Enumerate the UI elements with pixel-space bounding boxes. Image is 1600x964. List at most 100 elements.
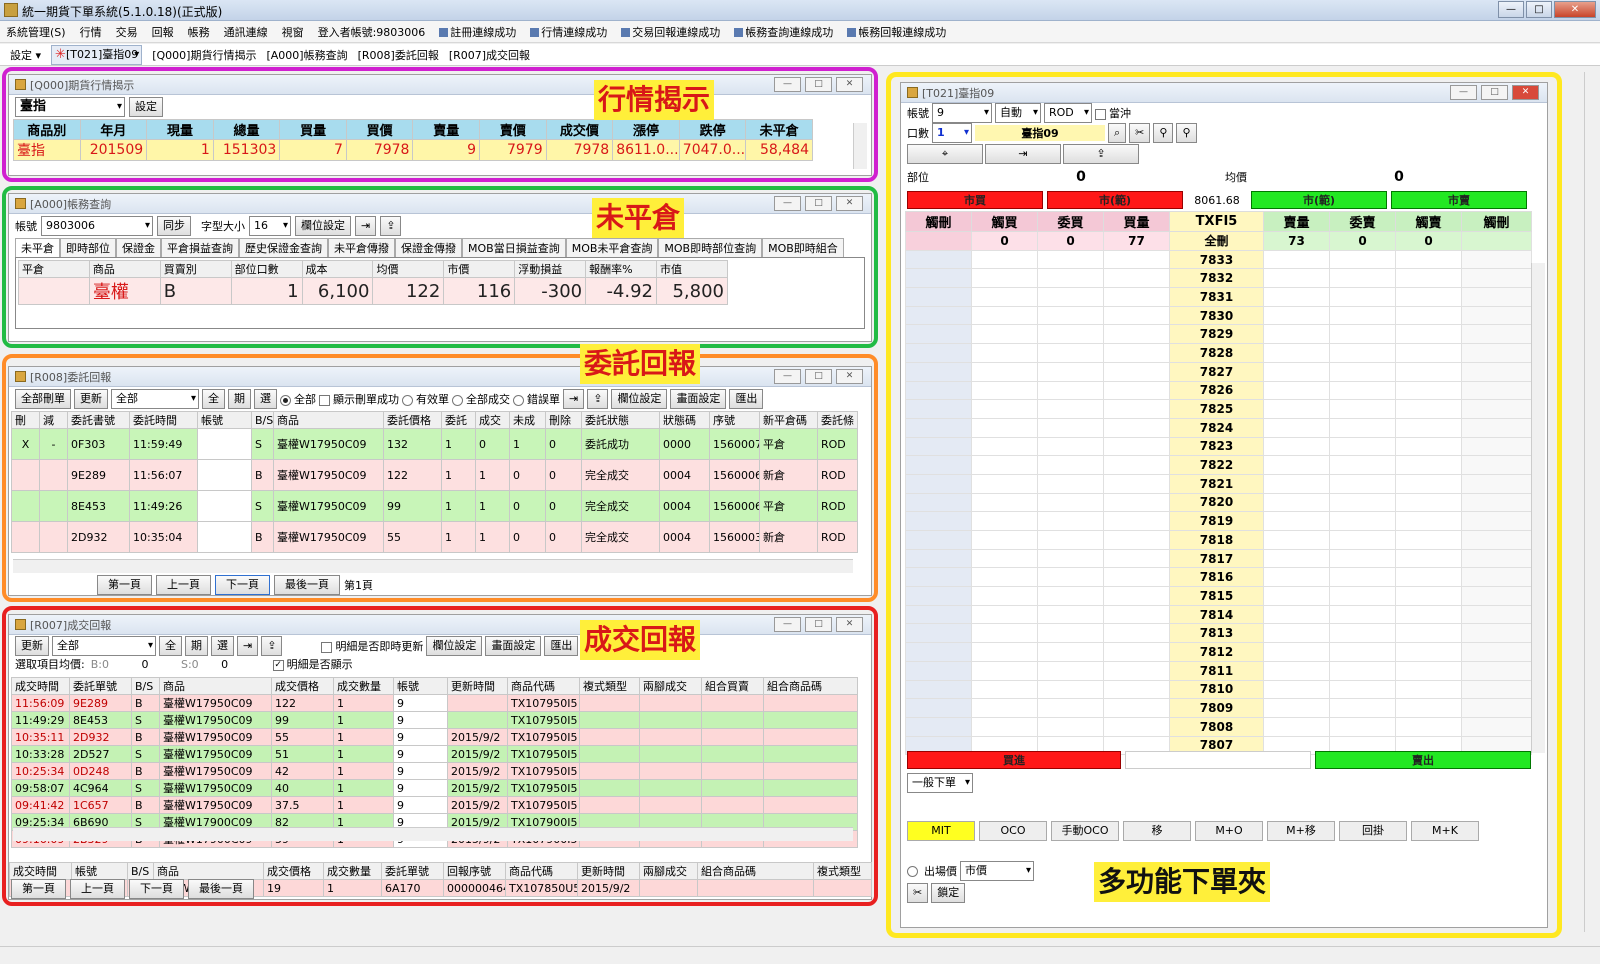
- order-account-select[interactable]: 9: [932, 103, 992, 123]
- mode-button--[interactable]: 回掛: [1339, 821, 1407, 841]
- ladder-sum-cell[interactable]: [905, 231, 972, 251]
- ladder-cell[interactable]: [1395, 548, 1462, 569]
- ladder-cell[interactable]: [1263, 324, 1330, 345]
- menu-report[interactable]: 回報: [152, 24, 174, 40]
- ladder-cell[interactable]: [1103, 268, 1170, 289]
- ladder-cell[interactable]: [1461, 305, 1532, 326]
- show-detail-checkbox[interactable]: ✓ 明細是否顯示: [272, 656, 353, 672]
- ladder-cell[interactable]: [1263, 567, 1330, 588]
- ladder-cell[interactable]: [971, 436, 1038, 457]
- ladder-cell[interactable]: [905, 623, 972, 644]
- ladder-cell[interactable]: [1329, 287, 1396, 307]
- filter-period-button[interactable]: 期: [228, 389, 251, 409]
- ladder-cell[interactable]: [1395, 380, 1462, 401]
- link-icon[interactable]: ⚲: [1153, 123, 1174, 143]
- orders-hscrollbar[interactable]: [13, 559, 853, 573]
- ladder-cell[interactable]: [971, 324, 1038, 345]
- fill-filter-select[interactable]: 全部: [52, 636, 156, 656]
- ladder-cell[interactable]: [905, 492, 972, 513]
- ladder-cell[interactable]: [1263, 679, 1330, 700]
- reduce-order-button[interactable]: -: [39, 428, 68, 460]
- account-select[interactable]: 9803006: [41, 216, 153, 236]
- ladder-price[interactable]: 7817: [1169, 548, 1264, 569]
- ladder-cell[interactable]: [1329, 473, 1396, 494]
- ladder-cell[interactable]: [1103, 698, 1170, 718]
- ladder-cell[interactable]: [1395, 530, 1462, 550]
- ladder-cell[interactable]: [1395, 436, 1462, 457]
- tab-t021[interactable]: ✳[T021]臺指09: [51, 44, 143, 65]
- ladder-cell[interactable]: [1263, 380, 1330, 401]
- market-range-buy-button[interactable]: 市(範): [1047, 191, 1183, 209]
- ladder-cell[interactable]: [971, 511, 1038, 531]
- ladder-cell[interactable]: [1037, 436, 1104, 457]
- ladder-cell[interactable]: [971, 417, 1038, 438]
- radio-icon[interactable]: [907, 865, 918, 877]
- filter-period-button[interactable]: 期: [185, 636, 208, 656]
- ladder-cell[interactable]: [1263, 492, 1330, 513]
- ladder-cell[interactable]: [1263, 361, 1330, 382]
- ladder-cell[interactable]: [1263, 660, 1330, 681]
- ladder-cell[interactable]: [971, 361, 1038, 382]
- font-size-select[interactable]: 16: [249, 216, 291, 236]
- ladder-cell[interactable]: [905, 660, 972, 681]
- ladder-cell[interactable]: [905, 642, 972, 662]
- ladder-cell[interactable]: [905, 473, 972, 494]
- export-button[interactable]: 匯出: [544, 636, 579, 656]
- delete-order-button[interactable]: [11, 490, 40, 522]
- ladder-price[interactable]: 7827: [1169, 361, 1264, 382]
- ladder-cell[interactable]: [1263, 586, 1330, 606]
- ladder-cell[interactable]: [1461, 660, 1532, 681]
- account-tab[interactable]: 保證金傳撥: [395, 238, 462, 257]
- ladder-cell[interactable]: [905, 511, 972, 531]
- radio-error[interactable]: 錯誤單: [513, 391, 560, 407]
- ladder-cell[interactable]: [971, 716, 1038, 737]
- account-tab[interactable]: 即時部位: [60, 238, 116, 257]
- filter-select-button[interactable]: 選: [254, 389, 277, 409]
- ladder-cell[interactable]: [1461, 361, 1532, 382]
- ladder-cell[interactable]: [905, 249, 972, 270]
- ladder-cell[interactable]: [1037, 530, 1104, 550]
- ladder-cell[interactable]: [1329, 679, 1396, 700]
- radio-all[interactable]: 全部: [280, 391, 316, 407]
- ladder-cell[interactable]: [1329, 548, 1396, 569]
- filter-select-button[interactable]: 選: [211, 636, 234, 656]
- ladder-cell[interactable]: [1461, 586, 1532, 606]
- search-icon[interactable]: ⌕: [1108, 123, 1127, 143]
- screen-settings-button[interactable]: 畫面設定: [670, 389, 727, 409]
- ladder-cell[interactable]: [1329, 305, 1396, 326]
- ladder-cell[interactable]: [1103, 361, 1170, 382]
- delete-all-button[interactable]: 全部刪單: [15, 389, 71, 409]
- ladder-cell[interactable]: [1395, 473, 1462, 494]
- ladder-cell[interactable]: [971, 399, 1038, 419]
- ladder-cell[interactable]: [1037, 492, 1104, 513]
- ladder-cell[interactable]: [1329, 455, 1396, 475]
- reduce-order-button[interactable]: [39, 490, 68, 522]
- ladder-cell[interactable]: [905, 716, 972, 737]
- ladder-cell[interactable]: [1329, 567, 1396, 588]
- ladder-price[interactable]: 7829: [1169, 324, 1264, 345]
- ladder-cell[interactable]: [1103, 586, 1170, 606]
- filter-all-button[interactable]: 全: [159, 636, 182, 656]
- ladder-cell[interactable]: [1461, 455, 1532, 475]
- minimize-button[interactable]: —: [1498, 1, 1524, 18]
- ladder-cell[interactable]: [1103, 492, 1170, 513]
- ladder-cell[interactable]: [905, 417, 972, 438]
- ladder-cell[interactable]: [905, 698, 972, 718]
- ladder-cell[interactable]: [905, 455, 972, 475]
- ladder-cell[interactable]: [1329, 361, 1396, 382]
- ladder-price[interactable]: 7822: [1169, 455, 1264, 475]
- ladder-cell[interactable]: [971, 268, 1038, 289]
- link2-icon[interactable]: ⚲: [1176, 123, 1197, 143]
- ladder-cell[interactable]: [1395, 249, 1462, 270]
- ladder-cell[interactable]: [1103, 473, 1170, 494]
- ladder-cell[interactable]: [1037, 642, 1104, 662]
- ladder-cell[interactable]: [1329, 343, 1396, 363]
- ladder-price[interactable]: 7815: [1169, 586, 1264, 606]
- show-deleted-checkbox[interactable]: 顯示刪單成功: [319, 391, 399, 407]
- ladder-cell[interactable]: [1329, 399, 1396, 419]
- order-filter-select[interactable]: 全部: [111, 389, 199, 409]
- ladder-cell[interactable]: [1329, 417, 1396, 438]
- panel-maximize-button[interactable]: □: [805, 196, 832, 211]
- ladder-cell[interactable]: [1395, 399, 1462, 419]
- ladder-cell[interactable]: [1037, 698, 1104, 718]
